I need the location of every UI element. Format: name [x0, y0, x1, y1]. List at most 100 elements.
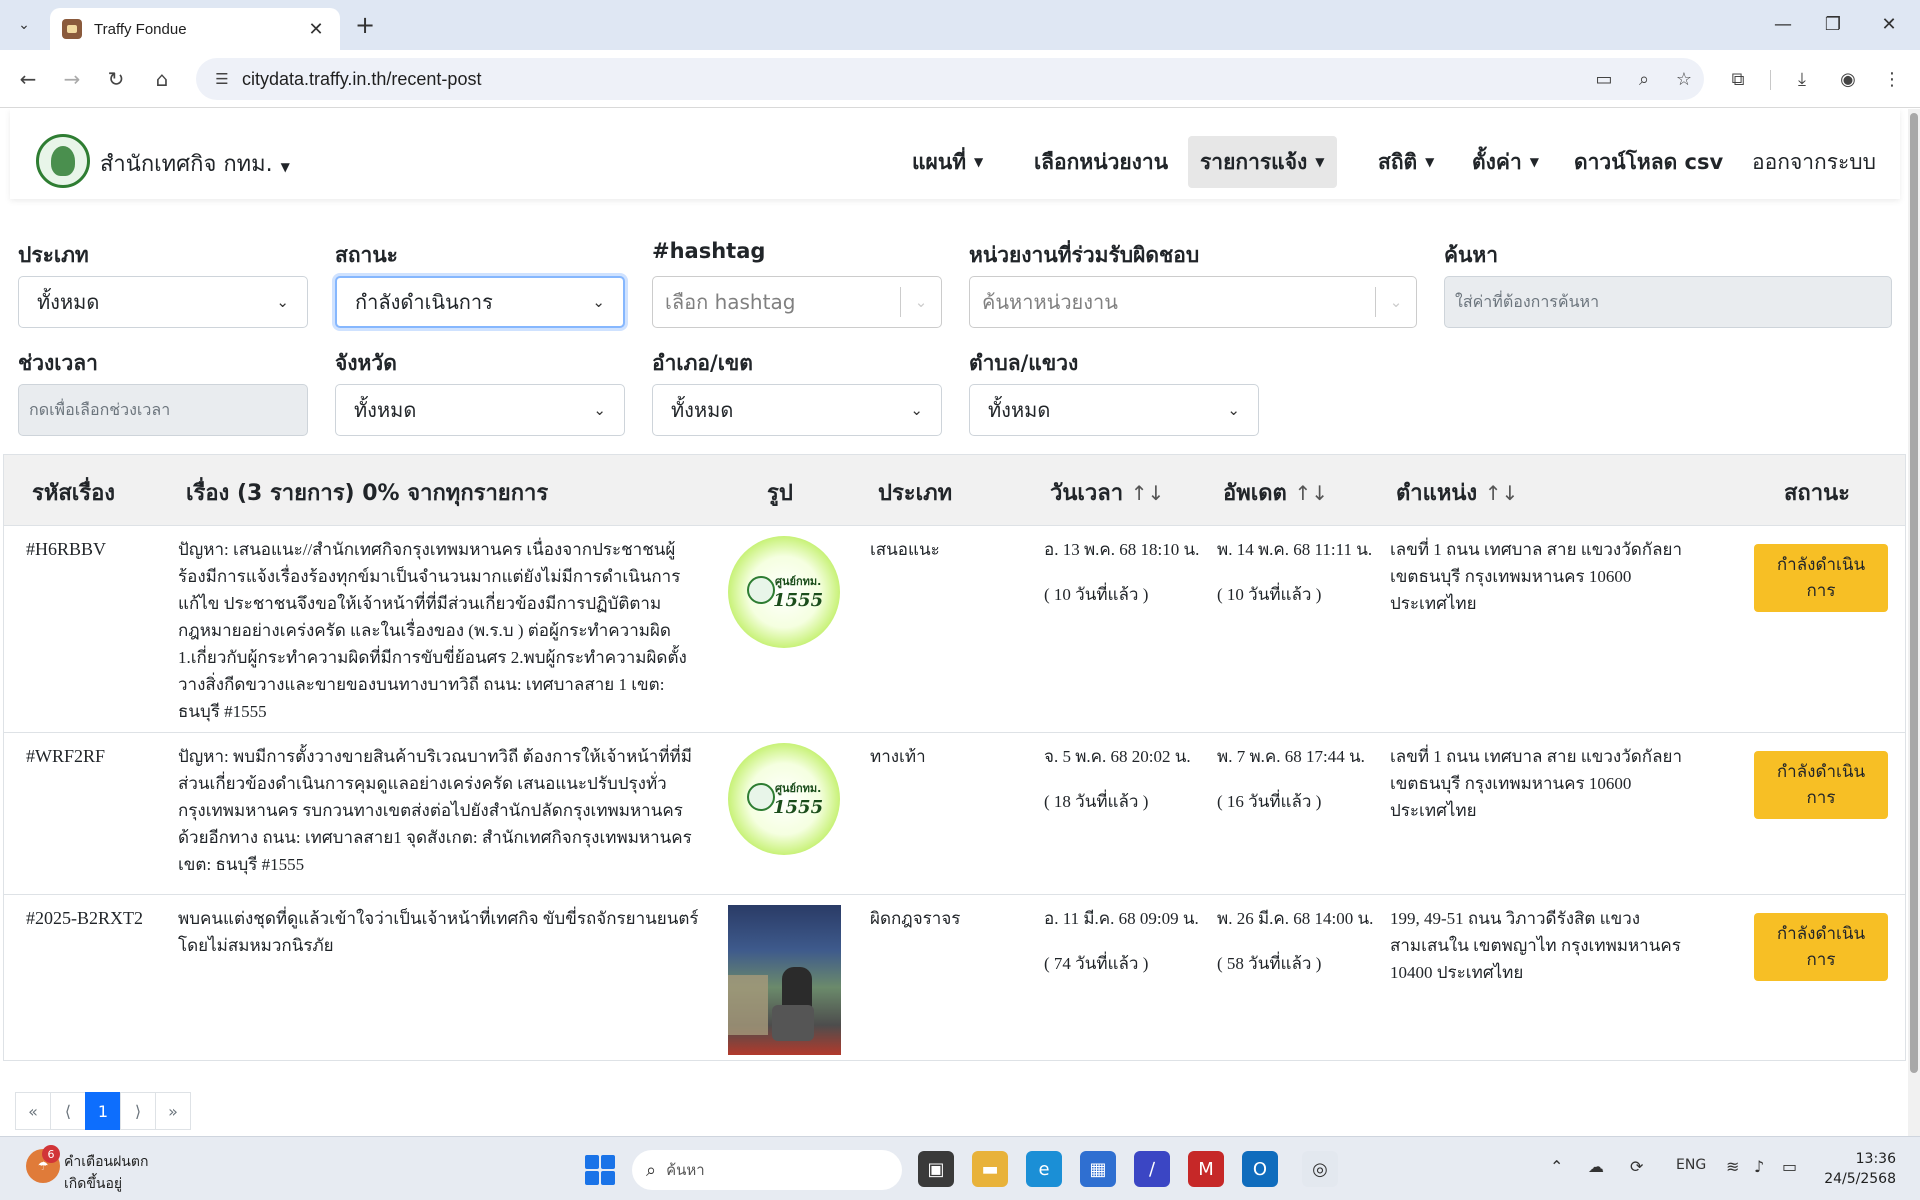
reports-table: รหัสเรื่อง เรื่อง (3 รายการ) 0% จากทุกรา…	[3, 454, 1906, 1061]
report-thumbnail[interactable]: ศูนย์กทม. 1555	[728, 536, 840, 648]
agency-dropdown[interactable]: สำนักเทศกิจ กทม. ▼	[100, 146, 290, 181]
weather-alert-title[interactable]: คำเตือนฝนตก	[64, 1151, 148, 1173]
app-icon[interactable]: ∕	[1134, 1151, 1170, 1187]
header-id: รหัสเรื่อง	[32, 481, 116, 506]
bma-seal-icon	[747, 783, 775, 811]
chevron-down-icon: ⌄	[592, 293, 605, 311]
row-title: ปัญหา: เสนอแนะ//สำนักเทศกิจกรุงเทพมหานคร…	[178, 540, 687, 721]
language-indicator[interactable]: ENG	[1676, 1157, 1706, 1173]
close-window-icon[interactable]: ✕	[1866, 8, 1912, 40]
status-button[interactable]: กำลังดำเนินการ	[1754, 751, 1888, 819]
new-tab-plus-icon[interactable]: +	[350, 10, 380, 40]
scrollbar-thumb[interactable]	[1910, 113, 1918, 1073]
taskbar-search[interactable]: ⌕ ค้นหา	[632, 1150, 902, 1190]
traffy-favicon-icon	[62, 19, 82, 39]
status-select[interactable]: กำลังดำเนินการ ⌄	[335, 276, 625, 328]
wifi-icon[interactable]: ≋	[1726, 1157, 1739, 1176]
subdistrict-select-value: ทั้งหมด	[988, 398, 1051, 422]
hashtag-select[interactable]: เลือก hashtag ⌄	[652, 276, 942, 328]
status-button[interactable]: กำลังดำเนินการ	[1754, 913, 1888, 981]
zoom-icon[interactable]: ⌕	[1624, 69, 1664, 90]
menu-settings[interactable]: ตั้งค่า ▼	[1460, 136, 1551, 188]
table-row[interactable]: #2025-B2RXT2 พบคนแต่งชุดที่ดูแล้วเข้าใจว…	[4, 894, 1905, 1061]
bma-logo-icon[interactable]	[36, 134, 90, 188]
site-info-icon[interactable]: ☰	[202, 70, 242, 88]
status-button[interactable]: กำลังดำเนินการ	[1754, 544, 1888, 612]
page-current[interactable]: 1	[85, 1092, 121, 1130]
row-id[interactable]: #H6RBBV	[26, 536, 106, 563]
reload-icon[interactable]: ↻	[100, 63, 132, 95]
menu-stats[interactable]: สถิติ ▼	[1366, 136, 1446, 188]
browser-menu-icon[interactable]: ⋮	[1876, 63, 1908, 95]
table-row[interactable]: #H6RBBV ปัญหา: เสนอแนะ//สำนักเทศกิจกรุงเ…	[4, 525, 1905, 732]
row-id[interactable]: #2025-B2RXT2	[26, 905, 143, 932]
extensions-icon[interactable]: ⧉	[1722, 63, 1754, 95]
restore-icon[interactable]: ❐	[1810, 8, 1856, 40]
table-row[interactable]: #WRF2RF ปัญหา: พบมีการตั้งวางขายสินค้าบร…	[4, 732, 1905, 894]
district-select[interactable]: ทั้งหมด ⌄	[652, 384, 942, 436]
ms-store-icon[interactable]: ▦	[1080, 1151, 1116, 1187]
menu-select-agency[interactable]: เลือกหน่วยงาน	[1022, 136, 1180, 188]
menu-download-csv[interactable]: ดาวน์โหลด csv	[1562, 136, 1735, 188]
header-location[interactable]: ตำแหน่ง ↑↓	[1396, 475, 1518, 510]
windows-start-icon[interactable]	[585, 1155, 615, 1185]
report-thumbnail[interactable]: ศูนย์กทม. 1555	[728, 743, 840, 855]
page-next[interactable]: ⟩	[120, 1092, 156, 1130]
bkk-1555-logo-icon: ศูนย์กทม. 1555	[747, 562, 823, 622]
subdistrict-select[interactable]: ทั้งหมด ⌄	[969, 384, 1259, 436]
menu-logout[interactable]: ออกจากระบบ	[1740, 136, 1888, 188]
page-first[interactable]: «	[15, 1092, 51, 1130]
time-range-input[interactable]: กดเพื่อเลือกช่วงเวลา	[18, 384, 308, 436]
header-status: สถานะ	[1784, 481, 1850, 506]
browser-tab[interactable]: Traffy Fondue ✕	[50, 8, 340, 50]
system-clock[interactable]: 13:36 24/5/2568	[1822, 1149, 1896, 1189]
search-input[interactable]: ใส่ค่าที่ต้องการค้นหา	[1444, 276, 1892, 328]
menu-map[interactable]: แผนที่ ▼	[900, 136, 995, 188]
page-last[interactable]: »	[155, 1092, 191, 1130]
install-app-icon[interactable]: ▭	[1584, 69, 1624, 90]
address-bar[interactable]: ☰ citydata.traffy.in.th/recent-post ▭ ⌕ …	[196, 58, 1704, 100]
tab-search-chevron-icon[interactable]: ⌄	[8, 9, 40, 41]
tab-close-icon[interactable]: ✕	[304, 19, 328, 40]
download-icon[interactable]: ⤓	[1786, 63, 1818, 95]
volume-icon[interactable]: ♪	[1754, 1157, 1764, 1176]
province-select[interactable]: ทั้งหมด ⌄	[335, 384, 625, 436]
page-prev[interactable]: ⟨	[50, 1092, 86, 1130]
row-id[interactable]: #WRF2RF	[26, 743, 105, 770]
search-icon: ⌕	[646, 1159, 657, 1181]
sync-icon[interactable]: ⟳	[1630, 1157, 1643, 1176]
row-updated-ago: ( 16 วันที่แล้ว )	[1217, 792, 1322, 811]
district-filter-label: อำเภอ/เขต	[652, 351, 753, 375]
back-arrow-icon[interactable]: ←	[12, 63, 44, 95]
type-select[interactable]: ทั้งหมด ⌄	[18, 276, 308, 328]
agency-select[interactable]: ค้นหาหน่วยงาน ⌄	[969, 276, 1417, 328]
report-photo[interactable]	[728, 905, 841, 1055]
tray-chevron-icon[interactable]: ⌃	[1550, 1157, 1563, 1176]
chrome-icon[interactable]: ◎	[1302, 1151, 1338, 1187]
minimize-icon[interactable]: —	[1760, 8, 1806, 40]
forward-arrow-icon[interactable]: →	[56, 63, 88, 95]
mcafee-icon[interactable]: M	[1188, 1151, 1224, 1187]
home-icon[interactable]: ⌂	[146, 63, 178, 95]
profile-icon[interactable]: ◉	[1832, 63, 1864, 95]
outlook-icon[interactable]: O	[1242, 1151, 1278, 1187]
cloud-sync-icon[interactable]: ☁	[1588, 1157, 1604, 1176]
battery-icon[interactable]: ▭	[1782, 1157, 1797, 1176]
search-filter-label: ค้นหา	[1444, 243, 1499, 267]
bookmark-star-icon[interactable]: ☆	[1664, 69, 1704, 90]
sort-icon[interactable]: ↑↓	[1485, 481, 1519, 505]
sort-icon[interactable]: ↑↓	[1131, 481, 1165, 505]
file-explorer-icon[interactable]: ▬	[972, 1151, 1008, 1187]
task-view-icon[interactable]: ▣	[918, 1151, 954, 1187]
sort-icon[interactable]: ↑↓	[1294, 481, 1328, 505]
menu-reports[interactable]: รายการแจ้ง ▼	[1188, 136, 1337, 188]
taskbar-search-placeholder: ค้นหา	[666, 1161, 705, 1179]
page-scrollbar[interactable]	[1908, 109, 1920, 1136]
header-title: เรื่อง (3 รายการ) 0% จากทุกรายการ	[186, 481, 549, 506]
header-updated[interactable]: อัพเดต ↑↓	[1223, 475, 1328, 510]
url-text[interactable]: citydata.traffy.in.th/recent-post	[242, 69, 1584, 90]
agency-filter-label: หน่วยงานที่ร่วมรับผิดชอบ	[969, 243, 1200, 267]
edge-browser-icon[interactable]: e	[1026, 1151, 1062, 1187]
pagination: « ⟨ 1 ⟩ »	[15, 1092, 191, 1130]
header-datetime[interactable]: วันเวลา ↑↓	[1050, 475, 1164, 510]
